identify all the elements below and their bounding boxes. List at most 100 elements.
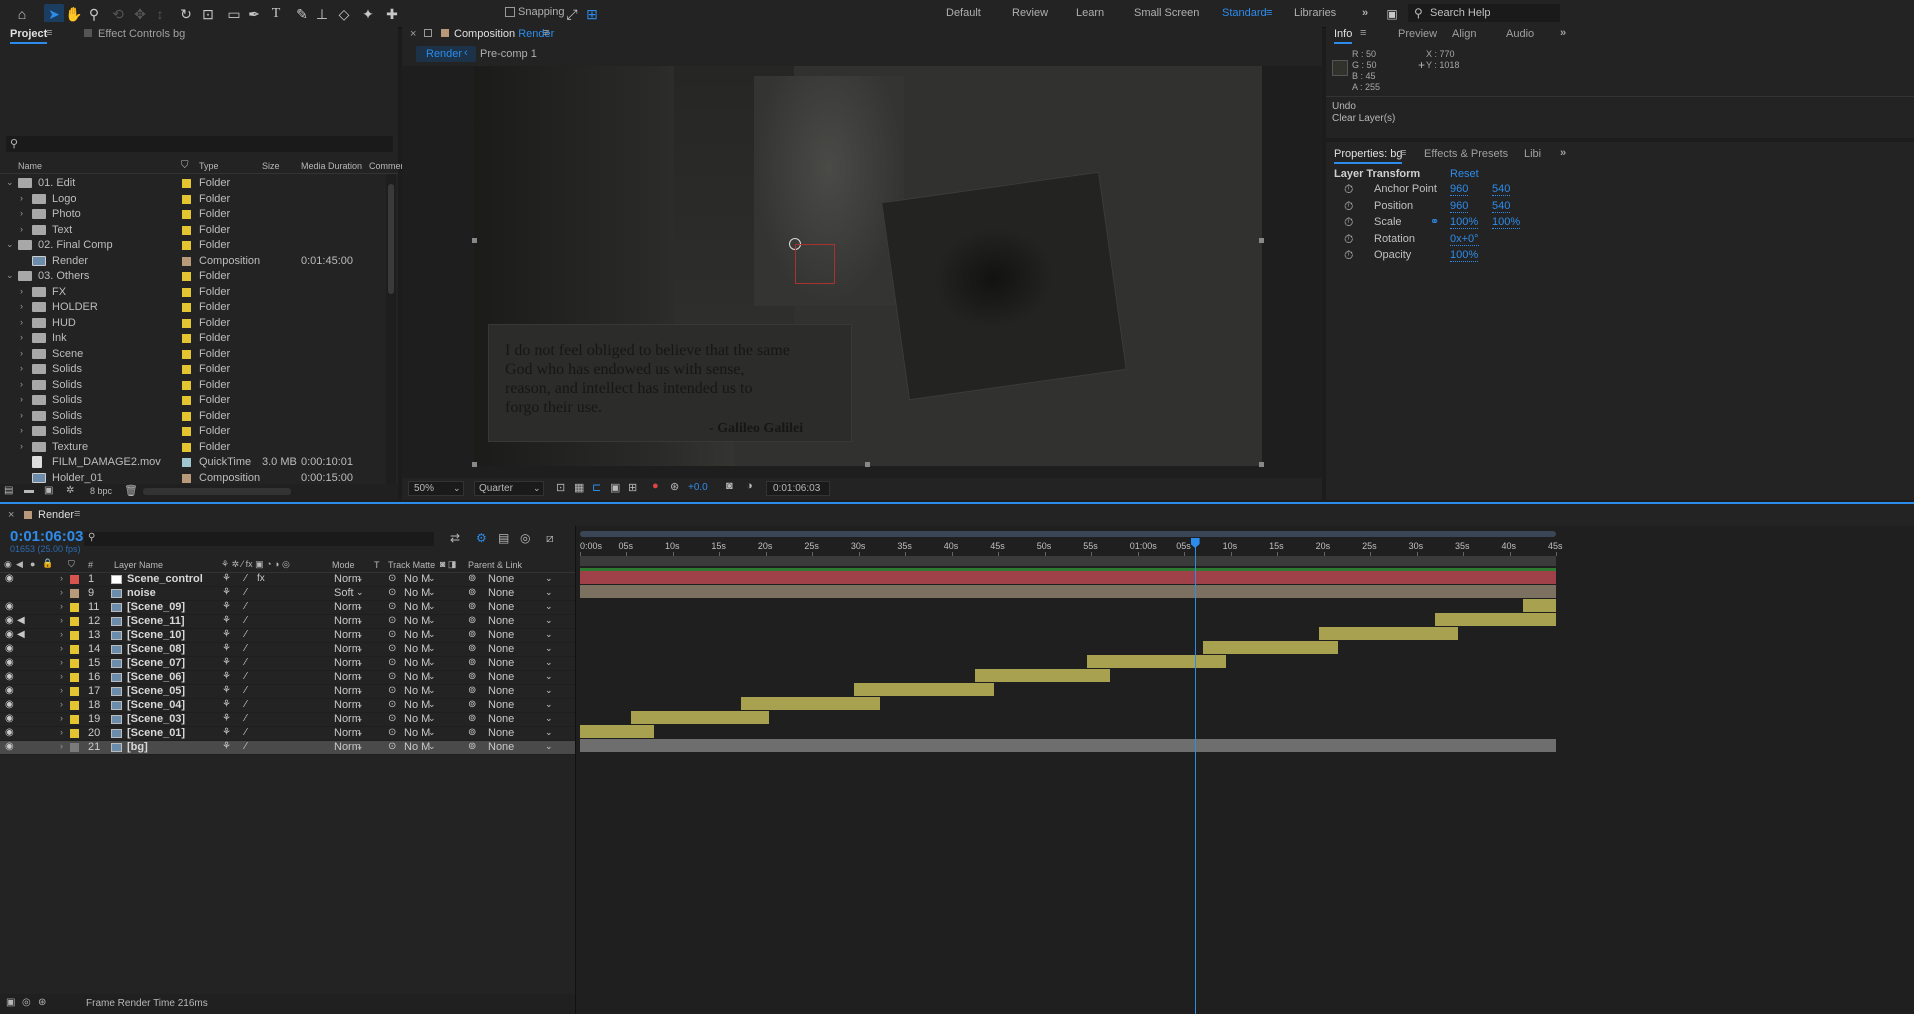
fx-icon[interactable]: fx [257,573,265,584]
frame-blending-icon[interactable]: ◎ [520,531,530,545]
disclosure-arrow-icon[interactable]: › [20,317,23,327]
layer-row[interactable]: ◉ › 15 [Scene_07] ⚘ ⁄ Norm ⌄ ⊙ No M ⌄ ⊚ None ⌄ [0,657,575,671]
layer-duration-bar[interactable] [1086,655,1226,668]
layer-parent[interactable]: None [488,671,514,683]
draft-3d-icon[interactable]: ⚙ [476,531,487,545]
stopwatch-icon[interactable]: ⏱ [1344,215,1353,230]
label-swatch[interactable] [182,396,191,405]
guides-icon[interactable]: ⊞ [628,481,637,494]
snapping-checkbox[interactable] [505,7,515,17]
rotation-tool-icon[interactable]: ↻ [176,4,196,24]
preserve-transparency-icon[interactable]: ⊙ [388,727,396,738]
label-swatch[interactable] [70,729,79,738]
preserve-transparency-icon[interactable]: ⊙ [388,601,396,612]
layer-row[interactable]: ◉ ◀ › 13 [Scene_10] ⚘ ⁄ Norm ⌄ ⊙ No M ⌄ ⊚ None ⌄ [0,629,575,643]
pickwhip-icon[interactable]: ⊚ [468,657,476,668]
label-swatch[interactable] [182,349,191,359]
preserve-transparency-icon[interactable]: ⊙ [388,741,396,752]
workspace-learn[interactable]: Learn [1076,7,1104,19]
shy-switch-icon[interactable]: ⚘ [222,657,231,668]
column-media-duration[interactable]: Media Duration [301,161,362,171]
disclosure-arrow-icon[interactable]: › [20,208,23,218]
audio-header-icon[interactable]: ◀ [16,559,23,570]
exposure-value[interactable]: +0.0 [688,482,708,493]
new-composition-icon[interactable]: ▣ [44,485,53,496]
effect-controls-lock-icon[interactable] [84,29,92,37]
shy-switch-icon[interactable]: ⚘ [222,671,231,682]
layer-track-matte[interactable]: No M [404,699,430,711]
label-swatch[interactable] [70,617,79,626]
snapshot-icon[interactable]: ◙ [726,480,733,492]
expand-arrow-icon[interactable]: › [60,685,63,695]
layer-name[interactable]: [Scene_03] [127,713,185,725]
eye-icon[interactable]: ◉ [5,741,14,752]
layer-mode[interactable]: Soft [334,587,354,599]
layer-parent[interactable]: None [488,587,514,599]
preserve-transparency-icon[interactable]: ⊙ [388,587,396,598]
shy-switch-icon[interactable]: ⚘ [222,741,231,752]
eraser-tool-icon[interactable]: ◇ [334,4,354,24]
tab-properties[interactable]: Properties: bg [1334,148,1403,164]
project-item[interactable]: Holder_01 Composition 0:00:15:00 [0,469,385,485]
pickwhip-icon[interactable]: ⊚ [468,573,476,584]
layer-parent[interactable]: None [488,643,514,655]
show-snapshot-icon[interactable]: ◑ [746,480,753,492]
disclosure-arrow-icon[interactable]: › [20,193,23,203]
shy-switch-icon[interactable]: ⚘ [222,615,231,626]
preserve-transparency-icon[interactable]: ⊙ [388,713,396,724]
info-overflow-icon[interactable]: » [1560,27,1566,39]
layer-name[interactable]: [Scene_01] [127,727,185,739]
property-value-1[interactable]: 100% [1450,249,1479,262]
audio-icon[interactable]: ◀ [17,629,25,640]
tab-info[interactable]: Info [1334,28,1353,44]
label-swatch[interactable] [182,272,191,281]
expand-arrow-icon[interactable]: › [60,615,63,625]
column-track-matte[interactable]: Track Matte [388,560,435,570]
layer-parent[interactable]: None [488,713,514,725]
workspace-overflow-icon[interactable]: » [1362,7,1368,19]
quality-switch-icon[interactable]: ⁄ [245,573,247,584]
column-name[interactable]: Name [18,161,42,171]
layer-name[interactable]: [Scene_04] [127,699,185,711]
property-value-2[interactable]: 540 [1492,183,1511,196]
column-layer-name[interactable]: Layer Name [114,560,163,570]
lock-icon[interactable] [424,29,432,37]
close-tab-icon[interactable]: × [410,28,416,40]
disclosure-arrow-icon[interactable]: ⌄ [6,177,14,188]
disclosure-arrow-icon[interactable]: › [20,425,23,435]
layer-track-matte[interactable]: No M [404,657,430,669]
pickwhip-icon[interactable]: ⊚ [468,727,476,738]
layer-name[interactable]: [Scene_05] [127,685,185,697]
pickwhip-icon[interactable]: ⊚ [468,699,476,710]
label-swatch[interactable] [70,645,79,654]
layer-parent[interactable]: None [488,741,514,753]
shy-layers-icon[interactable]: ▤ [498,531,509,545]
layer-track-matte[interactable]: No M [404,601,430,613]
quality-switch-icon[interactable]: ⁄ [245,601,247,612]
quality-switch-icon[interactable]: ⁄ [245,713,247,724]
expand-arrow-icon[interactable]: › [60,713,63,723]
interpret-footage-icon[interactable]: ▤ [4,485,13,496]
label-swatch[interactable] [182,380,191,390]
quality-switch-icon[interactable]: ⁄ [245,685,247,696]
disclosure-arrow-icon[interactable]: › [20,363,23,373]
layer-switches-icon[interactable]: ▣ [6,997,15,1008]
layer-name[interactable]: Scene_control [127,573,203,585]
layer-parent[interactable]: None [488,699,514,711]
layer-duration-bar[interactable] [854,683,994,696]
disclosure-arrow-icon[interactable]: › [20,301,23,311]
label-tag-icon[interactable]: ⛉ [181,160,189,171]
expand-arrow-icon[interactable]: › [60,741,63,751]
label-swatch[interactable] [70,715,79,724]
pickwhip-icon[interactable]: ⊚ [468,643,476,654]
expand-arrow-icon[interactable]: › [60,671,63,681]
timeline-timecode[interactable]: 0:01:06:03 [10,528,83,545]
layer-row[interactable]: ◉ › 1 Scene_control ⚘ ⁄ fx Norm ⌄ ⊙ No M ⌄ ⊚ None ⌄ [0,573,575,587]
quality-switch-icon[interactable]: ⁄ [245,615,247,626]
eye-icon[interactable]: ◉ [5,713,14,724]
timeline-menu-icon[interactable]: ≡ [74,508,80,520]
handle-bottom[interactable] [865,462,870,467]
shy-switch-icon[interactable]: ⚘ [222,587,231,598]
quality-switch-icon[interactable]: ⁄ [245,727,247,738]
panel-options-icon[interactable]: ▣ [1382,4,1402,24]
